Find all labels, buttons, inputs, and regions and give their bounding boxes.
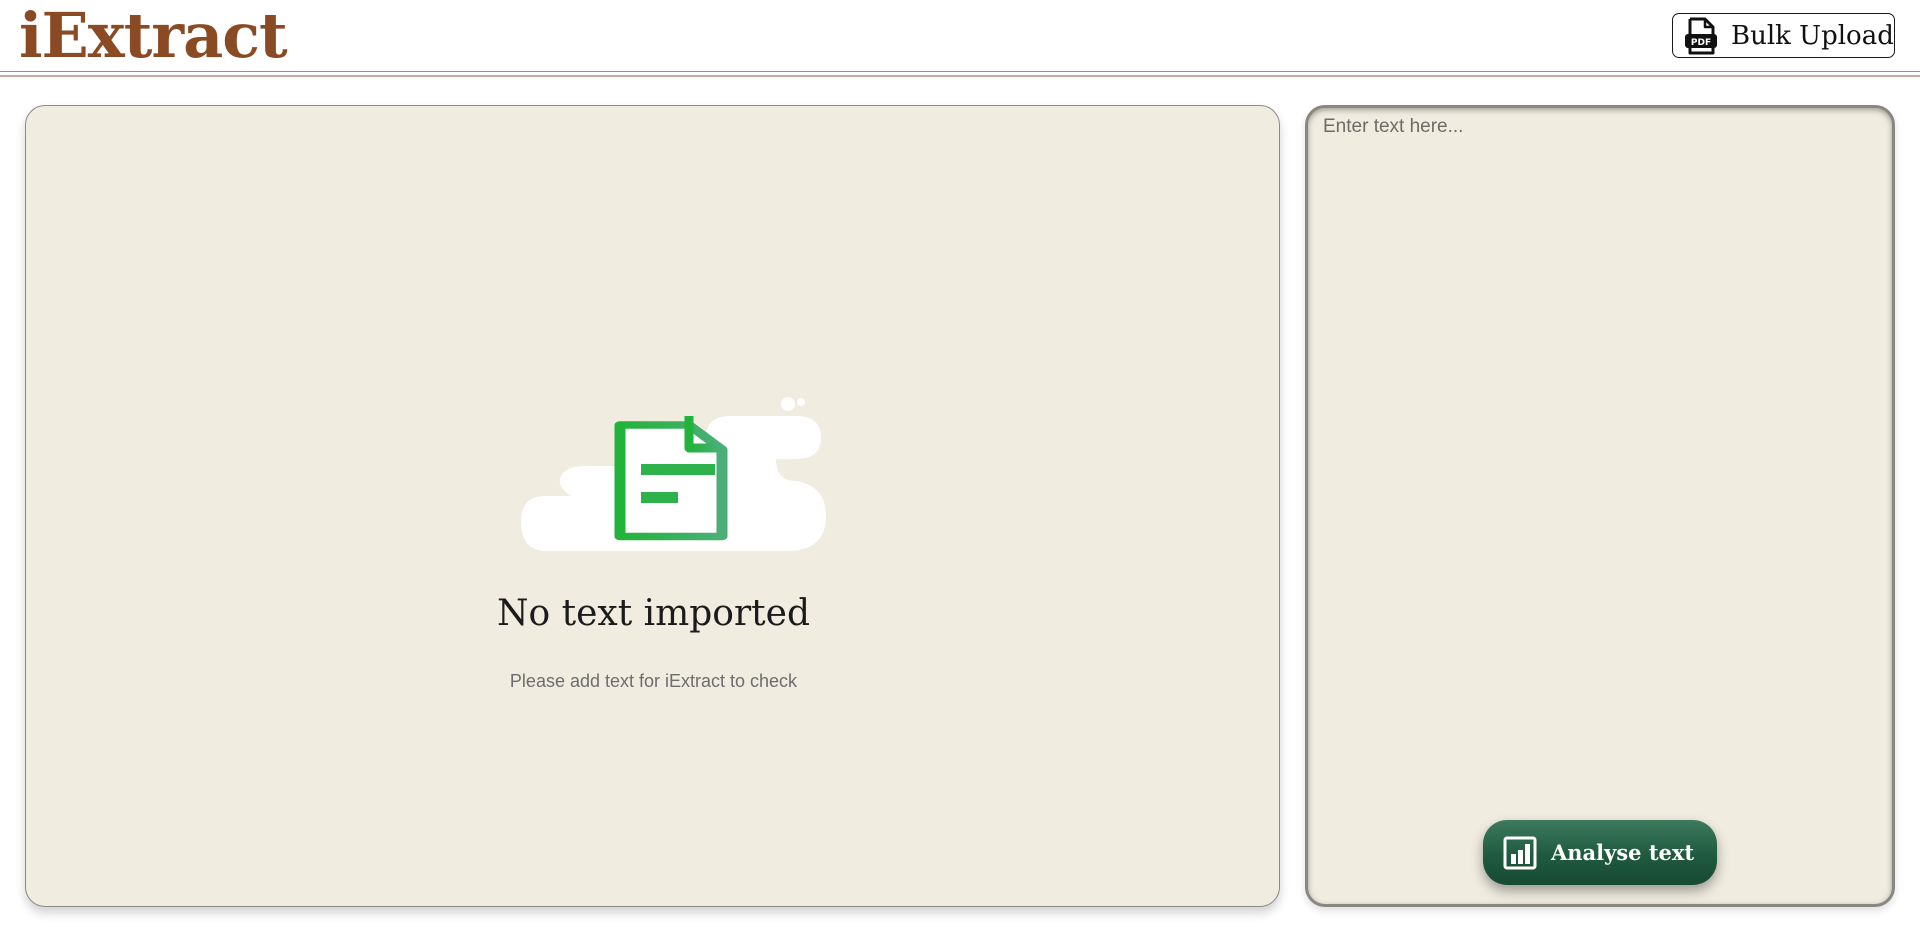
text-input[interactable]	[1323, 116, 1878, 796]
empty-state-title: No text imported	[497, 593, 810, 634]
app-header: iExtract PDF Bulk Upload	[0, 0, 1920, 72]
bulk-upload-label: Bulk Upload	[1731, 20, 1894, 51]
input-panel: Analyse text	[1305, 105, 1895, 907]
empty-state-illustration	[496, 316, 836, 556]
document-icon	[521, 397, 826, 551]
bulk-upload-button[interactable]: PDF Bulk Upload	[1672, 13, 1895, 58]
app-logo[interactable]: iExtract	[19, 0, 288, 74]
results-panel: No text imported Please add text for iEx…	[25, 105, 1280, 907]
empty-state-subtitle: Please add text for iExtract to check	[509, 671, 798, 691]
header-divider-accent	[0, 75, 1920, 77]
bar-chart-icon	[1503, 836, 1537, 870]
analyse-text-button[interactable]: Analyse text	[1483, 820, 1717, 885]
analyse-text-label: Analyse text	[1551, 840, 1695, 865]
pdf-file-icon: PDF	[1681, 16, 1721, 56]
svg-text:PDF: PDF	[1691, 38, 1711, 48]
header-divider	[0, 71, 1920, 72]
